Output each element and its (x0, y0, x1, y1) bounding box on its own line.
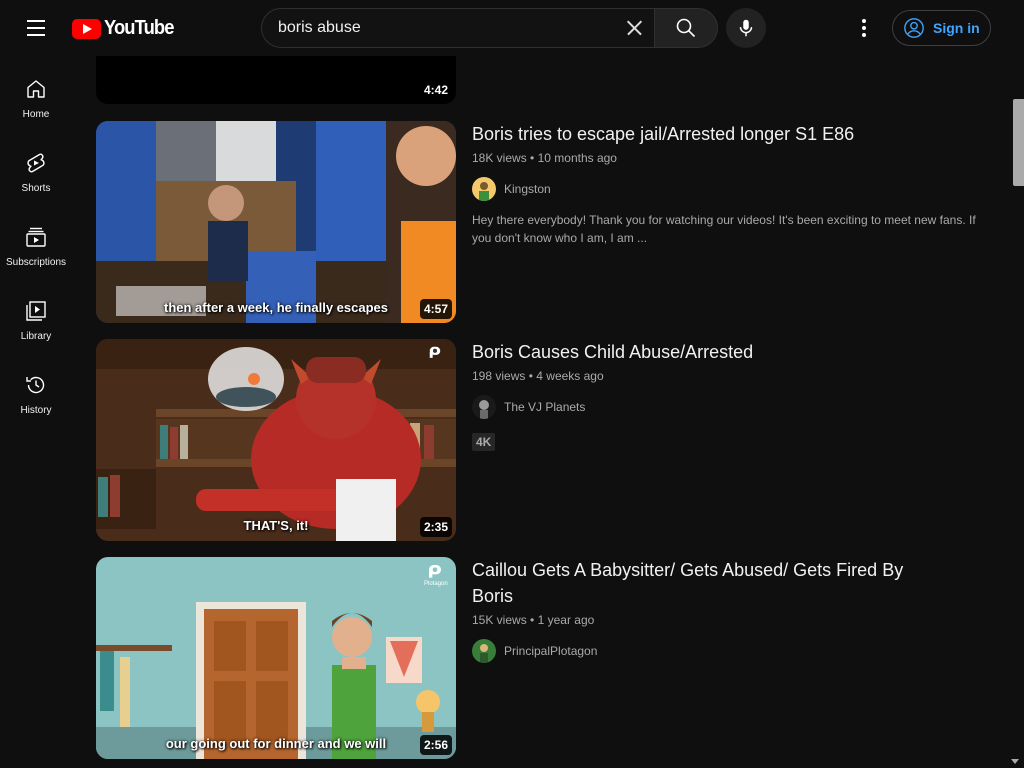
video-thumbnail[interactable]: THAT'S, it! 2:35 (96, 339, 456, 541)
video-stats: 18K views • 10 months ago (472, 151, 992, 165)
channel-name: The VJ Planets (504, 400, 586, 414)
sidebar-item-label: Library (20, 331, 52, 342)
scroll-down-arrow-icon[interactable] (1011, 759, 1019, 764)
channel-avatar (472, 177, 496, 201)
video-result: 4:42 (96, 56, 996, 104)
sign-in-button[interactable]: Sign in (892, 10, 991, 46)
search-button[interactable] (654, 8, 718, 48)
thumbnail-image (96, 339, 456, 541)
video-info: Boris Causes Child Abuse/Arrested 198 vi… (472, 339, 992, 451)
sign-in-label: Sign in (933, 20, 980, 36)
thumbnail-caption: our going out for dinner and we will (165, 736, 387, 751)
channel-avatar (472, 395, 496, 419)
channel-link[interactable]: Kingston (472, 177, 992, 201)
library-icon (26, 301, 46, 321)
guide-menu-button[interactable] (20, 14, 52, 42)
view-count: 18K views (472, 151, 527, 165)
video-thumbnail[interactable]: Plotagon our going out for dinner and we… (96, 557, 456, 759)
duration-badge: 4:57 (419, 299, 452, 319)
settings-more-button[interactable] (848, 12, 880, 44)
sidebar-item-subscriptions[interactable]: Subscriptions (0, 204, 72, 278)
video-title[interactable]: Boris tries to escape jail/Arrested long… (472, 121, 992, 147)
account-icon (904, 18, 924, 38)
video-title[interactable]: Boris Causes Child Abuse/Arrested (472, 339, 992, 365)
thumbnail-image (96, 557, 456, 759)
separator-dot: • (530, 613, 538, 627)
thumbnail-image (96, 121, 456, 323)
sidebar-item-label: Shorts (21, 183, 51, 194)
video-thumbnail[interactable]: 4:42 (96, 56, 456, 104)
sidebar-item-library[interactable]: Library (0, 278, 72, 352)
video-result: Plotagon our going out for dinner and we… (96, 557, 996, 759)
sidebar-item-label: History (20, 405, 52, 416)
video-result: then after a week, he finally escapes 4:… (96, 121, 996, 323)
sidebar-item-shorts[interactable]: Shorts (0, 130, 72, 204)
sidebar-item-history[interactable]: History (0, 352, 72, 426)
plotagon-watermark: Plotagon (424, 581, 448, 587)
sidebar-item-label: Home (22, 109, 50, 120)
search-results: 4:42 then after a week, he finally escap… (96, 56, 996, 768)
channel-name: Kingston (504, 182, 551, 196)
video-thumbnail[interactable]: then after a week, he finally escapes 4:… (96, 121, 456, 323)
channel-link[interactable]: PrincipalPlotagon (472, 639, 992, 663)
upload-age: 4 weeks ago (536, 369, 604, 383)
sidebar-item-label: Subscriptions (5, 257, 67, 268)
search-input[interactable] (278, 19, 608, 37)
plotagon-logo-icon (424, 345, 446, 367)
duration-badge: 4:42 (419, 80, 452, 100)
logo-text: YouTube (104, 17, 174, 39)
home-icon (27, 80, 45, 98)
separator-dot: • (530, 151, 538, 165)
channel-avatar (472, 639, 496, 663)
view-count: 198 views (472, 369, 526, 383)
plotagon-logo-icon: Plotagon (424, 563, 448, 587)
youtube-logo[interactable]: YouTube (72, 17, 180, 40)
video-info: Caillou Gets A Babysitter/ Gets Abused/ … (472, 557, 992, 663)
search-box (261, 8, 655, 48)
scrollbar-thumb[interactable] (1013, 99, 1024, 186)
video-result: THAT'S, it! 2:35 Boris Causes Child Abus… (96, 339, 996, 541)
quality-badge: 4K (472, 433, 496, 451)
masthead: YouTube Sign in (0, 0, 1024, 56)
youtube-play-icon (72, 18, 101, 39)
video-stats: 15K views • 1 year ago (472, 613, 992, 627)
video-info: Boris tries to escape jail/Arrested long… (472, 121, 992, 247)
duration-badge: 2:35 (419, 517, 452, 537)
more-vert-icon (862, 19, 866, 23)
thumbnail-caption: THAT'S, it! (243, 518, 309, 533)
video-stats: 198 views • 4 weeks ago (472, 369, 992, 383)
microphone-icon (739, 19, 753, 37)
page-scrollbar[interactable] (1006, 56, 1024, 768)
upload-age: 10 months ago (537, 151, 617, 165)
search-icon (676, 18, 696, 38)
sidebar-item-home[interactable]: Home (0, 56, 72, 130)
hamburger-icon (27, 20, 45, 22)
mini-guide: Home Shorts Subscriptions Library Histor… (0, 56, 72, 768)
clear-search-icon[interactable] (622, 16, 646, 40)
view-count: 15K views (472, 613, 527, 627)
channel-link[interactable]: The VJ Planets (472, 395, 992, 419)
channel-name: PrincipalPlotagon (504, 644, 598, 658)
history-icon (26, 376, 45, 394)
thumbnail-caption: then after a week, he finally escapes (164, 300, 388, 315)
video-description: Hey there everybody! Thank you for watch… (472, 213, 976, 245)
voice-search-button[interactable] (726, 8, 766, 48)
upload-age: 1 year ago (537, 613, 595, 627)
subscriptions-icon (26, 227, 46, 247)
duration-badge: 2:56 (419, 735, 452, 755)
video-title[interactable]: Caillou Gets A Babysitter/ Gets Abused/ … (472, 557, 912, 609)
shorts-icon (27, 153, 45, 173)
